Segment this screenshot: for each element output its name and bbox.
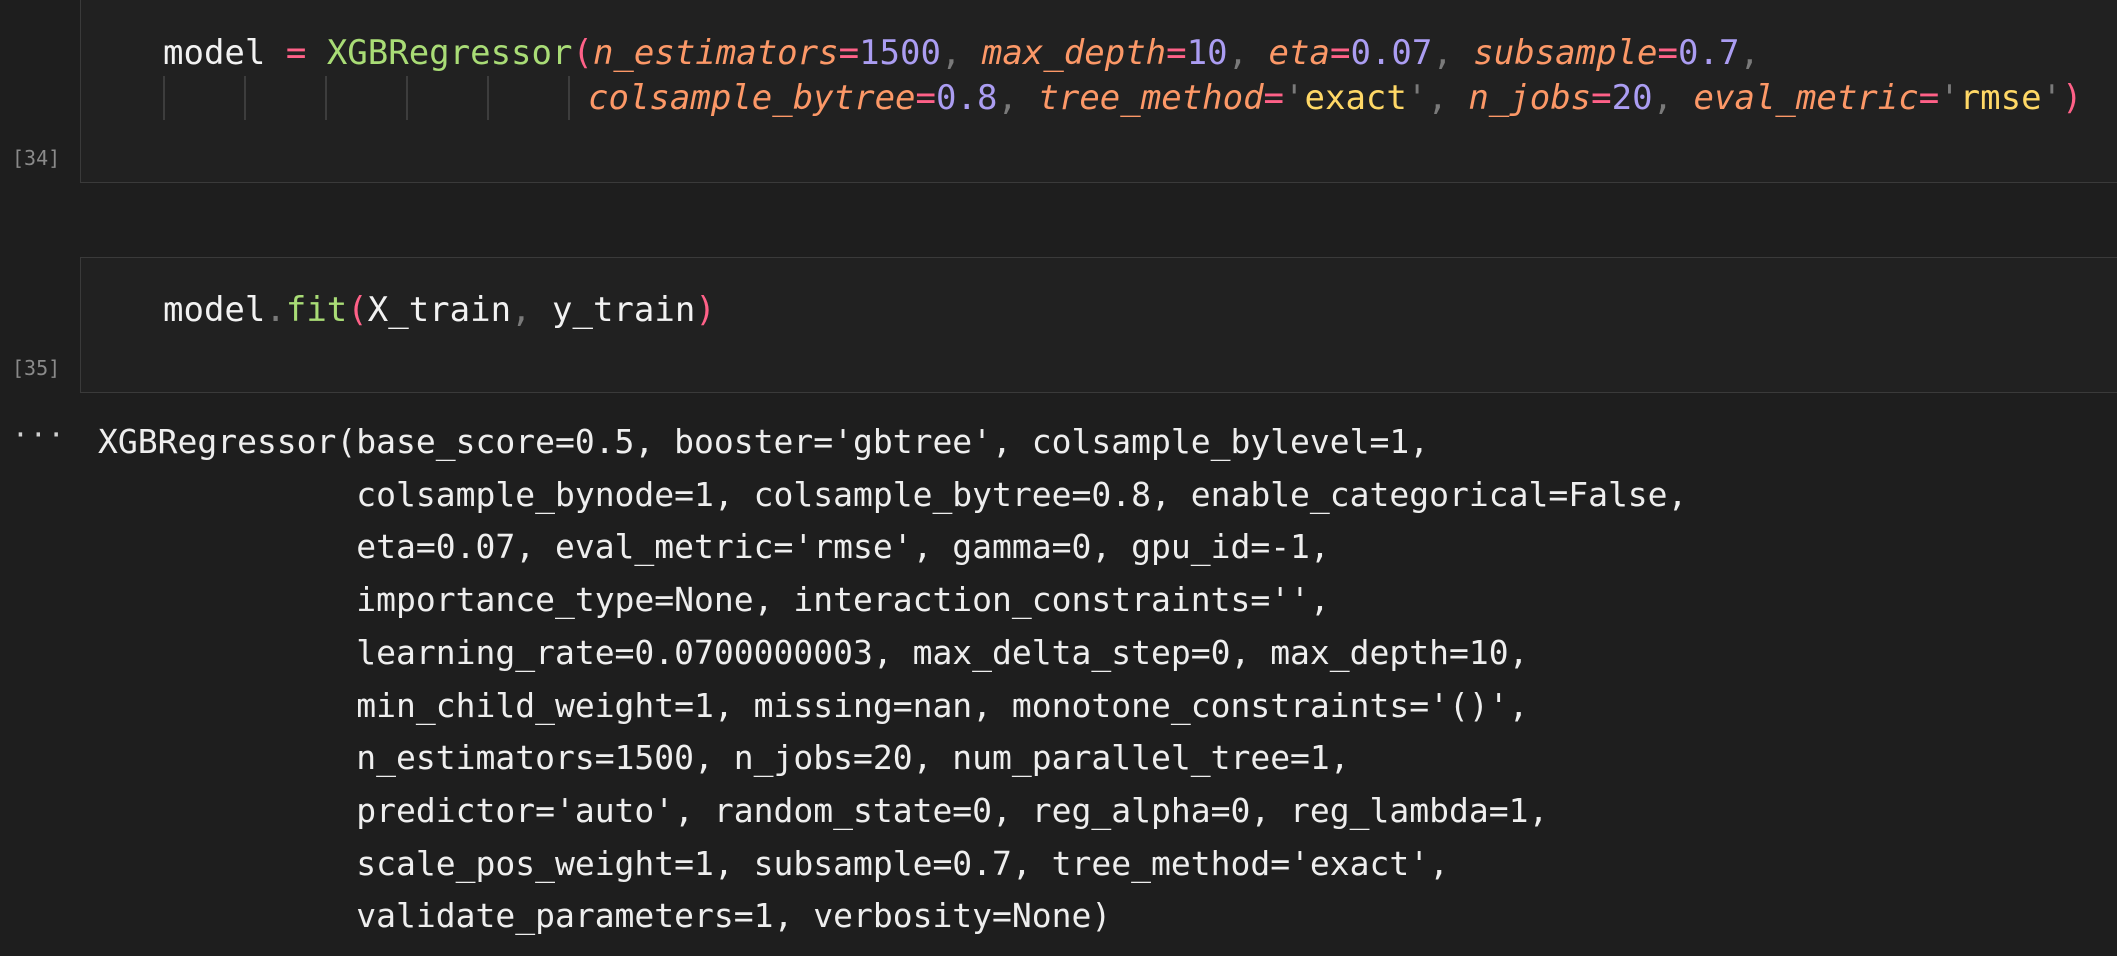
- code-token: exact: [1304, 78, 1407, 118]
- code-token: =: [915, 78, 936, 118]
- code-token: .: [265, 290, 286, 330]
- output-line: scale_pos_weight=1, subsample=0.7, tree_…: [98, 843, 1450, 883]
- output-line: XGBRegressor(base_score=0.5, booster='gb…: [98, 422, 1430, 461]
- code-token: ): [2062, 78, 2083, 118]
- code-token: 10: [1186, 33, 1228, 73]
- code-token: model: [163, 290, 266, 330]
- code-token: ': [2041, 78, 2063, 118]
- code-token: 20: [1611, 78, 1653, 118]
- execution-count: [34]: [12, 146, 61, 170]
- output-line: learning_rate=0.0700000003, max_delta_st…: [98, 632, 1529, 672]
- indent-guide: [244, 76, 246, 120]
- code-token: subsample: [1473, 33, 1658, 73]
- code-token: =: [1329, 33, 1351, 73]
- code-token: 0.7: [1678, 33, 1740, 73]
- output-line: validate_parameters=1, verbosity=None): [98, 896, 1112, 936]
- code-token: n_jobs: [1468, 78, 1592, 118]
- code-token: =: [1657, 33, 1678, 73]
- code-token: ,: [1427, 78, 1469, 118]
- code-token: ,: [1652, 78, 1694, 118]
- code-token: y_train: [552, 290, 696, 330]
- indent-guide: [487, 76, 489, 120]
- code-token: 0.8: [936, 78, 998, 118]
- execution-count: [35]: [12, 356, 61, 380]
- code-token: 0.07: [1350, 33, 1433, 73]
- code-token: max_depth: [981, 33, 1167, 73]
- code-token: fit: [285, 290, 348, 330]
- code-token: =: [1591, 78, 1612, 118]
- output-line: predictor='auto', random_state=0, reg_al…: [98, 790, 1549, 830]
- indent-guide: [406, 76, 408, 120]
- output-line: colsample_bynode=1, colsample_bytree=0.8…: [98, 474, 1688, 514]
- code-token: =: [838, 33, 860, 73]
- code-line[interactable]: model = XGBRegressor(n_estimators=1500, …: [163, 31, 1760, 75]
- code-token: eta: [1268, 33, 1330, 73]
- indent-guide: [568, 76, 570, 120]
- output-more-icon[interactable]: ···: [12, 418, 66, 451]
- code-token: =: [1263, 78, 1285, 118]
- code-token: tree_method: [1038, 78, 1264, 118]
- code-token: 1500: [859, 33, 941, 73]
- code-token: XGBRegressor: [326, 33, 573, 73]
- code-token: ,: [997, 78, 1039, 118]
- code-token: ': [1406, 78, 1428, 118]
- output-line: min_child_weight=1, missing=nan, monoton…: [98, 685, 1529, 725]
- code-token: rmse: [1959, 78, 2042, 118]
- code-cell-34[interactable]: model = XGBRegressor(n_estimators=1500, …: [80, 0, 2117, 183]
- code-token: ,: [511, 290, 552, 330]
- code-token: =: [1918, 78, 1940, 118]
- code-token: ': [1284, 78, 1305, 118]
- code-line[interactable]: model.fit(X_train, y_train): [163, 288, 716, 332]
- output-line: importance_type=None, interaction_constr…: [98, 580, 1330, 620]
- code-token: X_train: [367, 290, 512, 330]
- code-token: ): [695, 290, 716, 330]
- code-token: =: [285, 33, 307, 73]
- indent-guide: [325, 76, 327, 120]
- code-token: (: [572, 33, 593, 73]
- code-token: n_estimators: [592, 33, 839, 73]
- output-line: n_estimators=1500, n_jobs=20, num_parall…: [98, 738, 1350, 778]
- code-token: ': [1939, 78, 1960, 118]
- indent-guide: [163, 76, 165, 120]
- code-token: ,: [1227, 33, 1269, 73]
- code-token: =: [1166, 33, 1187, 73]
- code-token: ,: [940, 33, 982, 73]
- code-cell-35[interactable]: model.fit(X_train, y_train): [80, 257, 2117, 393]
- code-token: model: [163, 33, 266, 73]
- code-token: (: [347, 290, 368, 330]
- code-token: ,: [1739, 33, 1760, 73]
- code-token: colsample_bytree: [588, 78, 916, 118]
- code-token: eval_metric: [1693, 78, 1919, 118]
- code-token: ,: [1432, 33, 1474, 73]
- code-line[interactable]: colsample_bytree=0.8, tree_method='exact…: [588, 76, 2083, 120]
- output-line: eta=0.07, eval_metric='rmse', gamma=0, g…: [98, 527, 1330, 567]
